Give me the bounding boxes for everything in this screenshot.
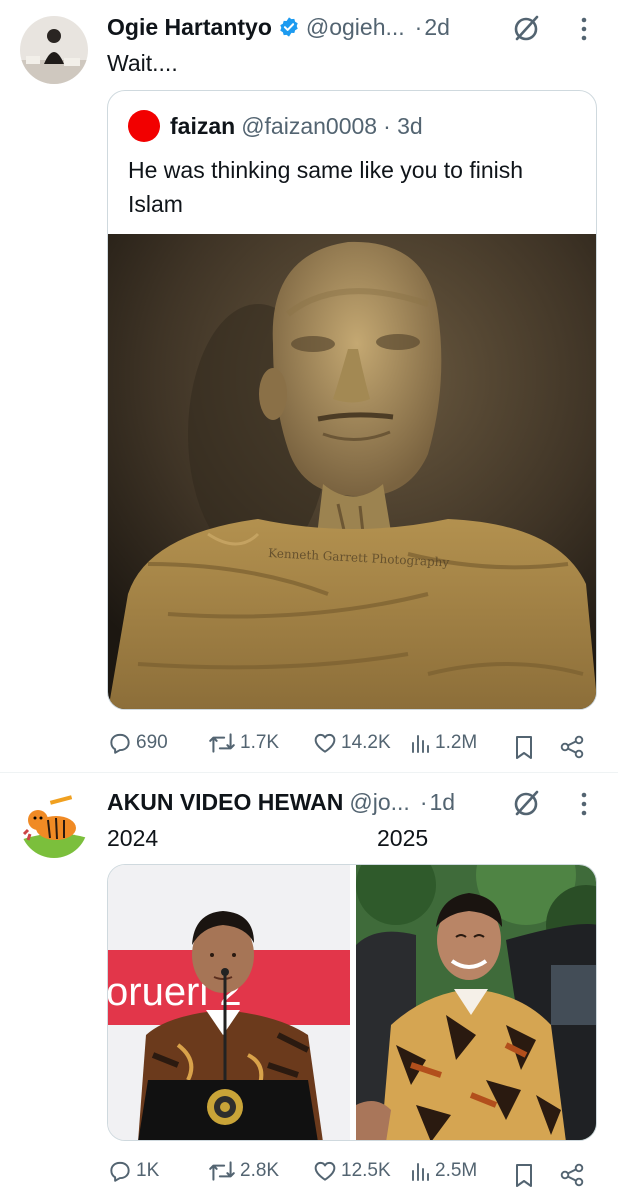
view-count: 2.5M [435,1160,478,1181]
grok-icon[interactable] [512,14,540,42]
photo-2024[interactable]: orueri 2 [108,865,350,1140]
reply-button[interactable]: 690 [107,726,168,760]
views-icon [412,735,429,753]
separator-dot: · [414,13,423,40]
media-grid: orueri 2 [107,864,597,1141]
reply-count: 690 [136,732,168,753]
quoted-tweet[interactable]: faizan @faizan0008 · 3d He was thinking … [107,90,597,710]
tweet-text: Wait.... [107,50,178,76]
more-icon[interactable] [579,16,589,42]
avatar[interactable] [20,790,88,858]
timestamp[interactable]: 1d [430,789,456,816]
reply-icon [110,1161,130,1182]
tweet-1[interactable]: Ogie Hartantyo @ogieh... · 2d Wait.... f… [0,0,618,772]
verified-badge-icon [278,16,300,38]
like-button[interactable]: 12.5K [312,1154,391,1188]
quoted-image[interactable]: Kenneth Garrett Photography [108,234,596,709]
handle[interactable]: @jo... [349,789,409,816]
repost-icon [209,733,235,753]
quoted-avatar[interactable] [128,110,160,142]
repost-button[interactable]: 2.8K [207,1154,279,1188]
reply-icon [110,733,130,754]
display-name[interactable]: AKUN VIDEO HEWAN [107,789,343,816]
quoted-display-name[interactable]: faizan [170,113,235,140]
tweet-text-right: 2025 [377,825,429,851]
repost-icon [209,1161,235,1181]
like-count: 12.5K [341,1160,391,1181]
tweet-actions: 1K 2.8K 12.5K 2.5M [107,1154,587,1188]
view-count: 1.2M [435,732,478,753]
reply-button[interactable]: 1K [107,1154,159,1188]
display-name[interactable]: Ogie Hartantyo [107,14,272,41]
reply-count: 1K [136,1160,160,1181]
views-icon [412,1163,429,1181]
bookmark-icon[interactable] [512,730,536,764]
views-button[interactable]: 2.5M [410,1154,477,1188]
tweet-header: Ogie Hartantyo @ogieh... · 2d [107,10,450,44]
grok-icon[interactable] [512,789,540,817]
photo-2025[interactable] [356,865,596,1140]
like-icon [314,733,336,753]
tweet-header: AKUN VIDEO HEWAN @jo... · 1d [107,785,455,819]
like-icon [314,1161,336,1181]
repost-button[interactable]: 1.7K [207,726,279,760]
repost-count: 2.8K [240,1160,280,1181]
separator-dot: · [419,788,428,815]
share-icon[interactable] [559,730,585,764]
like-count: 14.2K [341,732,391,753]
avatar[interactable] [20,16,88,84]
repost-count: 1.7K [240,732,280,753]
tweet-actions: 690 1.7K 14.2K 1.2M [107,726,587,760]
views-button[interactable]: 1.2M [410,726,477,760]
like-button[interactable]: 14.2K [312,726,391,760]
tweet-text-left: 2024 [107,825,159,851]
quoted-timestamp[interactable]: · 3d [383,113,423,140]
timestamp[interactable]: 2d [424,14,450,41]
quoted-text: He was thinking same like you to finish … [128,157,524,217]
tweet-2[interactable]: AKUN VIDEO HEWAN @jo... · 1d 2024 2025 o… [0,773,618,1200]
more-icon[interactable] [579,791,589,817]
share-icon[interactable] [559,1158,585,1192]
handle[interactable]: @ogieh... [306,14,405,41]
quoted-tweet-header: faizan @faizan0008 · 3d [128,109,423,143]
quoted-handle[interactable]: @faizan0008 [241,113,377,140]
bookmark-icon[interactable] [512,1158,536,1192]
